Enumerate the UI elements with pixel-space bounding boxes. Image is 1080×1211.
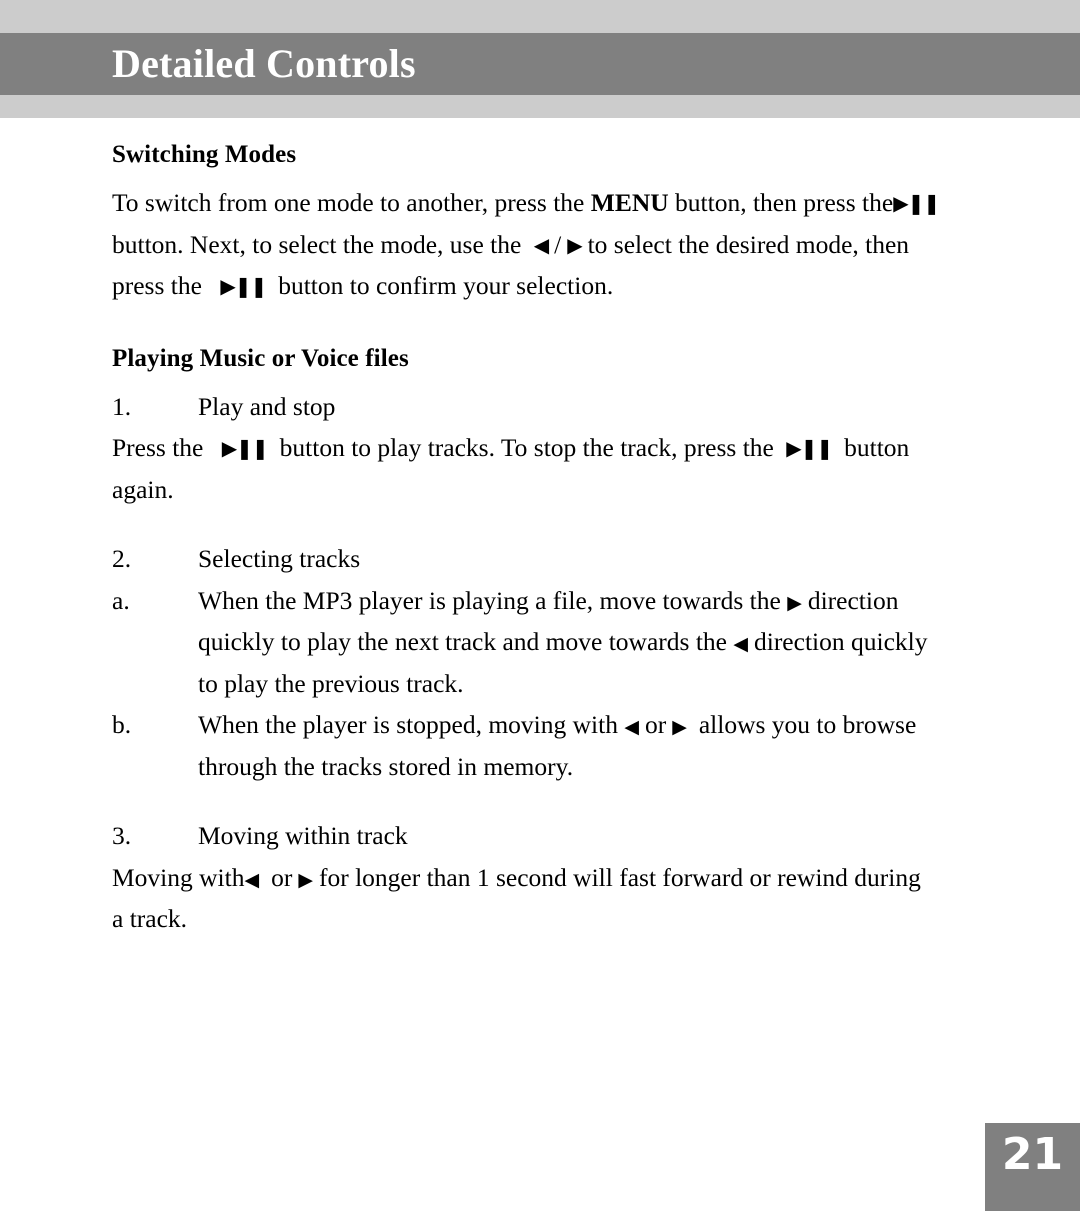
list-marker: a.	[112, 585, 130, 615]
header-band-top	[0, 0, 1080, 33]
prev-icon: ◀	[244, 868, 260, 891]
text-run: When the player is stopped, moving with	[198, 710, 625, 739]
prev-icon: ◀	[533, 232, 549, 257]
text-run: direction quickly	[753, 627, 928, 656]
text-run: button. Next, to select the mode, use th…	[112, 229, 528, 259]
text-run: to select the desired mode, then	[587, 229, 910, 259]
text-run: for longer than 1 second will fast forwa…	[318, 862, 921, 892]
paragraph-line: to play the previous track.	[198, 663, 996, 705]
list-item-title: Moving within track	[198, 821, 408, 850]
list-item-title: Play and stop	[198, 391, 336, 421]
list-marker: 3.	[112, 821, 132, 850]
next-icon: ▶	[672, 716, 687, 738]
text-run: press the	[112, 271, 209, 300]
text-run: again.	[112, 474, 174, 504]
text-run: Moving with	[112, 862, 245, 892]
header-band-bottom	[0, 95, 1080, 118]
page-number: 21	[1001, 1129, 1064, 1180]
paragraph-line: To switch from one mode to another, pres…	[112, 182, 996, 224]
list-marker: b.	[112, 710, 132, 739]
list-item-body: When the player is stopped, moving with …	[198, 704, 996, 787]
list-marker: 2.	[112, 544, 132, 573]
list-item-body: When the MP3 player is playing a file, m…	[198, 580, 996, 705]
list-marker: 1.	[112, 391, 132, 421]
text-run: or	[644, 710, 667, 739]
text-run: direction	[807, 585, 899, 615]
next-icon: ▶	[298, 868, 313, 891]
prev-icon: ◀	[733, 633, 748, 655]
menu-button-label: MENU	[590, 188, 669, 217]
paragraph-line: When the MP3 player is playing a file, m…	[198, 580, 996, 622]
text-run: To switch from one mode to another, pres…	[112, 188, 591, 217]
paragraph-line: again.	[112, 469, 996, 511]
paragraph-line: Moving with◀ or ▶ for longer than 1 second …	[112, 857, 996, 899]
text-run: When the MP3 player is playing a file, m…	[198, 585, 788, 615]
text-run: button	[844, 433, 910, 462]
section-switching-modes: Switching Modes To switch from one mode …	[112, 140, 996, 307]
text-run: a track.	[112, 904, 188, 933]
play-pause-icon: ▶❚❚	[220, 274, 267, 298]
next-icon: ▶	[567, 232, 582, 257]
paragraph-line: button. Next, to select the mode, use th…	[112, 224, 996, 266]
paragraph-line: quickly to play the next track and move …	[198, 621, 996, 663]
paragraph-line: a track.	[112, 898, 996, 940]
page-title: Detailed Controls	[112, 41, 416, 86]
list-item: a. When the MP3 player is playing a file…	[112, 580, 996, 705]
list-item: 3. Moving within track	[112, 815, 996, 857]
section-playing-music-or-voice-files: Playing Music or Voice files 1. Play and…	[112, 344, 996, 940]
page-number-box: 21	[985, 1123, 1080, 1211]
text-run: Press the	[112, 433, 210, 462]
paragraph-play-and-stop: Press the ▶❚❚ button to play tracks. To s…	[112, 427, 996, 510]
play-pause-icon: ▶❚❚	[786, 436, 833, 460]
text-run: button to play tracks. To stop the track…	[279, 433, 781, 462]
prev-icon: ◀	[624, 716, 639, 738]
paragraph-switching-modes: To switch from one mode to another, pres…	[112, 182, 996, 307]
text-run: through the tracks stored in memory.	[198, 751, 574, 781]
play-pause-icon: ▶❚❚	[893, 191, 940, 215]
paragraph-line: press the ▶❚❚ button to confirm your sele…	[112, 265, 996, 307]
text-run: to play the previous track.	[198, 668, 464, 698]
next-icon: ▶	[787, 591, 802, 614]
document-content: Switching Modes To switch from one mode …	[112, 140, 996, 940]
separator-slash: /	[554, 229, 562, 259]
text-run: button, then press the	[668, 188, 894, 217]
list-item-title: Selecting tracks	[198, 544, 361, 573]
list-item: b. When the player is stopped, moving wi…	[112, 704, 996, 787]
list-item: 1. Play and stop	[112, 386, 996, 428]
section-heading-playing-music: Playing Music or Voice files	[112, 344, 409, 372]
text-run: or	[271, 862, 293, 892]
text-run: quickly to play the next track and move …	[198, 627, 734, 656]
list-item: 2. Selecting tracks	[112, 538, 996, 580]
paragraph-line: Press the ▶❚❚ button to play tracks. To s…	[112, 427, 996, 469]
section-heading-switching-modes: Switching Modes	[112, 141, 297, 168]
text-run: allows you to browse	[698, 710, 917, 739]
paragraph-moving-within-track: Moving with◀ or ▶ for longer than 1 second …	[112, 857, 996, 940]
play-pause-icon: ▶❚❚	[221, 436, 269, 460]
paragraph-line: When the player is stopped, moving with …	[198, 704, 996, 746]
text-run: button to confirm your selection.	[278, 271, 614, 300]
paragraph-line: through the tracks stored in memory.	[198, 746, 996, 788]
